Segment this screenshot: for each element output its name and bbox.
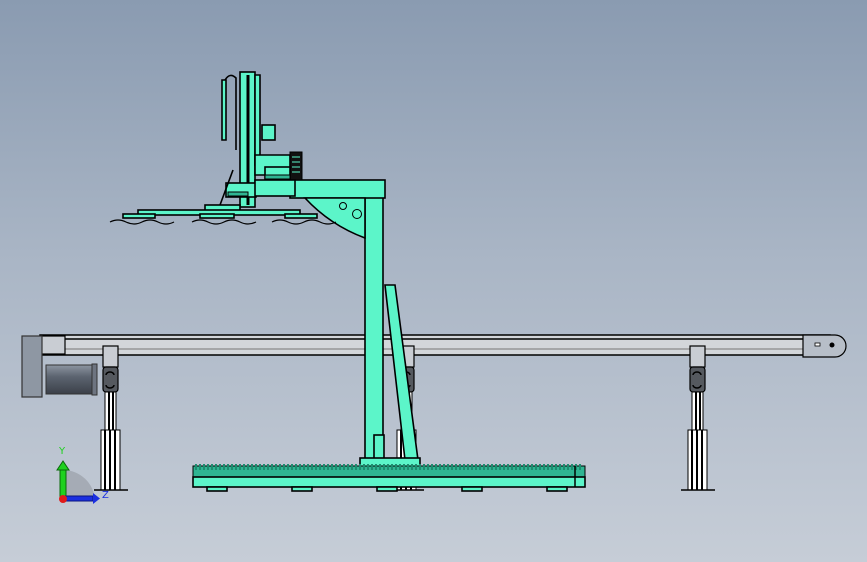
gantry-robot-model[interactable]: Y Z [0, 0, 867, 562]
y-axis-label: Y [58, 446, 66, 457]
robot-arm [109, 71, 337, 225]
belt-conveyor [39, 334, 847, 358]
base-rail [192, 464, 586, 492]
z-axis-label: Z [102, 490, 109, 501]
gantry-frame [289, 179, 421, 468]
cad-viewport[interactable]: Y Z [0, 0, 867, 562]
